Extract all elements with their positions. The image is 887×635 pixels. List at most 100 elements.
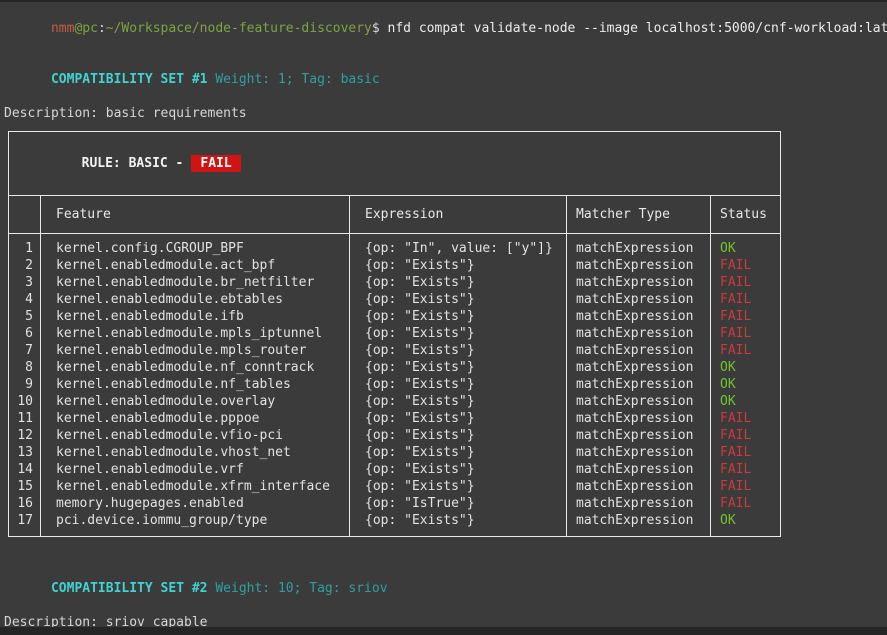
prompt-colon: : <box>98 21 106 36</box>
expression-cell: {op: "Exists"} <box>350 257 567 274</box>
matcher-cell: matchExpression <box>567 393 711 410</box>
status-cell: OK <box>711 512 780 536</box>
status-cell: FAIL <box>711 308 780 325</box>
set1-rule-label: RULE: BASIC - <box>82 156 184 171</box>
status-cell: FAIL <box>711 478 780 495</box>
expression-cell: {op: "Exists"} <box>350 342 567 359</box>
prompt-dollar: $ <box>372 21 388 36</box>
set1-rule-table: RULE: BASIC - FAIL Feature Expression Mat… <box>8 131 781 537</box>
expression-cell: {op: "Exists"} <box>350 274 567 291</box>
feature-cell: kernel.enabledmodule.br_netfilter <box>41 274 350 291</box>
row-number-cell: 2 <box>9 257 41 274</box>
row-number-cell: 1 <box>9 234 41 257</box>
matcher-cell: matchExpression <box>567 325 711 342</box>
row-number-cell: 7 <box>9 342 41 359</box>
set2-title: COMPATIBILITY SET #2 <box>51 581 208 596</box>
set1-rule-row: RULE: BASIC - FAIL <box>9 132 780 196</box>
set1-table-header: Feature Expression Matcher Type Status <box>9 196 780 234</box>
feature-cell: kernel.enabledmodule.vrf <box>41 461 350 478</box>
expression-cell: {op: "Exists"} <box>350 512 567 536</box>
feature-cell: kernel.config.CGROUP_BPF <box>41 234 350 257</box>
status-cell: FAIL <box>711 427 780 444</box>
matcher-cell: matchExpression <box>567 478 711 495</box>
matcher-cell: matchExpression <box>567 291 711 308</box>
row-number-cell: 15 <box>9 478 41 495</box>
feature-cell: kernel.enabledmodule.vfio-pci <box>41 427 350 444</box>
matcher-cell: matchExpression <box>567 444 711 461</box>
matcher-cell: matchExpression <box>567 376 711 393</box>
status-cell: OK <box>711 376 780 393</box>
matcher-cell: matchExpression <box>567 234 711 257</box>
row-number-cell: 16 <box>9 495 41 512</box>
matcher-cell: matchExpression <box>567 257 711 274</box>
status-cell: FAIL <box>711 257 780 274</box>
terminal-bottom-edge <box>0 627 887 635</box>
status-cell: FAIL <box>711 495 780 512</box>
expression-cell: {op: "IsTrue"} <box>350 495 567 512</box>
row-number-cell: 3 <box>9 274 41 291</box>
prompt-path: ~/Workspace/node-feature-discovery <box>106 21 372 36</box>
expression-cell: {op: "Exists"} <box>350 410 567 427</box>
column-header-expression: Expression <box>350 196 567 233</box>
row-number-cell: 14 <box>9 461 41 478</box>
terminal-window[interactable]: nmm@pc:~/Workspace/node-feature-discover… <box>0 0 887 635</box>
row-number-cell: 6 <box>9 325 41 342</box>
feature-cell: kernel.enabledmodule.mpls_router <box>41 342 350 359</box>
status-cell: FAIL <box>711 325 780 342</box>
column-header-status: Status <box>711 196 780 233</box>
feature-cell: pci.device.iommu_group/type <box>41 512 350 536</box>
prompt-user: nmm <box>51 21 74 36</box>
set1-title: COMPATIBILITY SET #1 <box>51 72 208 87</box>
shell-prompt-line: nmm@pc:~/Workspace/node-feature-discover… <box>4 3 887 54</box>
feature-cell: memory.hugepages.enabled <box>41 495 350 512</box>
expression-cell: {op: "Exists"} <box>350 478 567 495</box>
row-number-cell: 17 <box>9 512 41 536</box>
row-number-cell: 11 <box>9 410 41 427</box>
terminal-output: nmm@pc:~/Workspace/node-feature-discover… <box>0 2 887 635</box>
set1-meta: Weight: 1; Tag: basic <box>208 72 380 87</box>
entered-command: nfd compat validate-node --image localho… <box>388 21 887 36</box>
row-number-cell: 9 <box>9 376 41 393</box>
feature-cell: kernel.enabledmodule.ebtables <box>41 291 350 308</box>
status-cell: OK <box>711 234 780 257</box>
feature-cell: kernel.enabledmodule.nf_conntrack <box>41 359 350 376</box>
matcher-cell: matchExpression <box>567 274 711 291</box>
feature-cell: kernel.enabledmodule.vhost_net <box>41 444 350 461</box>
expression-cell: {op: "Exists"} <box>350 427 567 444</box>
expression-cell: {op: "Exists"} <box>350 291 567 308</box>
column-header-feature: Feature <box>41 196 350 233</box>
feature-cell: kernel.enabledmodule.nf_tables <box>41 376 350 393</box>
set1-description: Description: basic requirements <box>4 105 887 122</box>
set1-rule-status-badge: FAIL <box>191 155 240 172</box>
expression-cell: {op: "Exists"} <box>350 461 567 478</box>
matcher-cell: matchExpression <box>567 308 711 325</box>
feature-cell: kernel.enabledmodule.overlay <box>41 393 350 410</box>
column-header-num <box>9 196 41 233</box>
matcher-cell: matchExpression <box>567 342 711 359</box>
set1-heading: COMPATIBILITY SET #1 Weight: 1; Tag: bas… <box>4 54 887 105</box>
row-number-cell: 8 <box>9 359 41 376</box>
set1-table-body: 1 kernel.config.CGROUP_BPF {op: "In", va… <box>9 234 780 536</box>
status-cell: FAIL <box>711 461 780 478</box>
feature-cell: kernel.enabledmodule.act_bpf <box>41 257 350 274</box>
matcher-cell: matchExpression <box>567 461 711 478</box>
status-cell: FAIL <box>711 291 780 308</box>
expression-cell: {op: "Exists"} <box>350 444 567 461</box>
feature-cell: kernel.enabledmodule.mpls_iptunnel <box>41 325 350 342</box>
status-cell: FAIL <box>711 342 780 359</box>
expression-cell: {op: "Exists"} <box>350 376 567 393</box>
expression-cell: {op: "In", value: ["y"]} <box>350 234 567 257</box>
status-cell: OK <box>711 393 780 410</box>
matcher-cell: matchExpression <box>567 410 711 427</box>
expression-cell: {op: "Exists"} <box>350 308 567 325</box>
status-cell: FAIL <box>711 410 780 427</box>
row-number-cell: 5 <box>9 308 41 325</box>
expression-cell: {op: "Exists"} <box>350 359 567 376</box>
expression-cell: {op: "Exists"} <box>350 393 567 410</box>
set2-heading: COMPATIBILITY SET #2 Weight: 10; Tag: sr… <box>4 563 887 614</box>
matcher-cell: matchExpression <box>567 359 711 376</box>
feature-cell: kernel.enabledmodule.ifb <box>41 308 350 325</box>
row-number-cell: 13 <box>9 444 41 461</box>
column-header-matcher: Matcher Type <box>567 196 711 233</box>
feature-cell: kernel.enabledmodule.pppoe <box>41 410 350 427</box>
